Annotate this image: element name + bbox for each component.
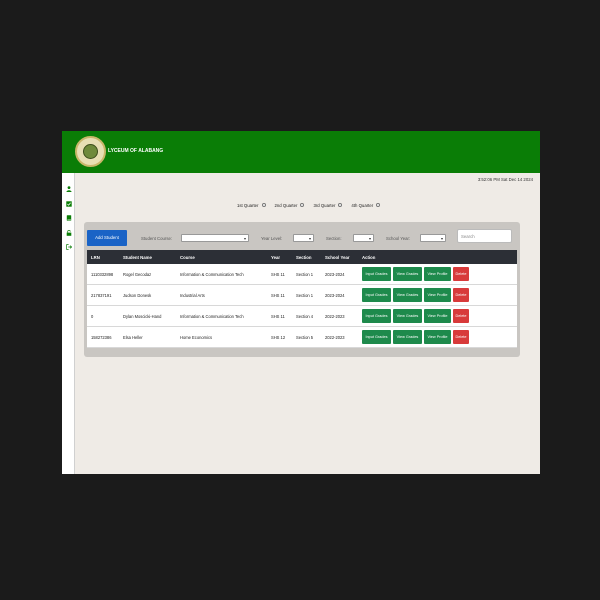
quarter-option-1[interactable]: 1st Quarter bbox=[237, 201, 266, 209]
section-select[interactable]: ▾ bbox=[353, 234, 374, 242]
quarter-selector: 1st Quarter 2nd Quarter 3rd Quarter 4th … bbox=[237, 201, 381, 209]
student-name-cell: Rogel Gecodaz bbox=[123, 272, 152, 277]
school-year-label: School Year: bbox=[386, 236, 411, 241]
school-logo bbox=[75, 136, 106, 167]
brand-title: LYCEUM OF ALABANG bbox=[108, 148, 164, 154]
section-cell: Section 1 bbox=[296, 272, 314, 277]
course-cell: Industrial Arts bbox=[180, 293, 205, 298]
table-row: 1110332898 Rogel Gecodaz Information & C… bbox=[87, 264, 517, 285]
table-row: 217837191 Judson Donesk Industrial Arts … bbox=[87, 285, 517, 306]
input-grades-button[interactable]: Input Grades bbox=[362, 288, 391, 302]
view-profile-button[interactable]: View Profile bbox=[424, 288, 451, 302]
school-year-cell: 2022-2023 bbox=[325, 314, 345, 319]
column-header: Course bbox=[180, 255, 195, 260]
section-label: Section: bbox=[326, 236, 342, 241]
delete-button[interactable]: Delete bbox=[453, 267, 469, 281]
column-header: Student Name bbox=[123, 255, 152, 260]
quarter-option-2[interactable]: 2nd Quarter bbox=[275, 201, 305, 209]
top-header: LYCEUM OF ALABANG bbox=[62, 131, 540, 173]
quarter-label: 1st Quarter bbox=[237, 202, 259, 208]
sidebar bbox=[62, 173, 75, 474]
column-header: Action bbox=[362, 255, 376, 260]
input-grades-button[interactable]: Input Grades bbox=[362, 330, 391, 344]
view-profile-button[interactable]: View Profile bbox=[424, 309, 451, 323]
table-row: 0 Dylan Moscicki-Hand Information & Comm… bbox=[87, 306, 517, 327]
year-level-select[interactable]: ▾ bbox=[293, 234, 314, 242]
view-grades-button[interactable]: View Grades bbox=[393, 330, 422, 344]
student-name-cell: Dylan Moscicki-Hand bbox=[123, 314, 162, 319]
chevron-down-icon: ▾ bbox=[368, 236, 371, 241]
course-cell: Information & Communication Tech bbox=[180, 272, 244, 277]
school-year-cell: 2023-2024 bbox=[325, 272, 345, 277]
student-name-cell: Elsa Heller bbox=[123, 335, 143, 340]
lrn-cell: 1110332898 bbox=[91, 272, 114, 277]
year-cell: SHS 11 bbox=[271, 272, 285, 277]
lock-icon[interactable] bbox=[66, 230, 72, 236]
lrn-cell: 217837191 bbox=[91, 293, 112, 298]
input-grades-button[interactable]: Input Grades bbox=[362, 267, 391, 281]
lrn-cell: 0 bbox=[91, 314, 94, 319]
section-cell: Section 4 bbox=[296, 314, 314, 319]
school-year-cell: 2022-2023 bbox=[325, 335, 345, 340]
school-year-cell: 2023-2024 bbox=[325, 293, 345, 298]
search-input[interactable]: Search bbox=[457, 229, 512, 243]
quarter-option-3[interactable]: 3rd Quarter bbox=[313, 201, 343, 209]
grades-icon[interactable] bbox=[66, 201, 72, 207]
year-level-label: Year Level: bbox=[261, 236, 283, 241]
section-cell: Section 5 bbox=[296, 335, 314, 340]
year-cell: SHS 12 bbox=[271, 335, 286, 340]
quarter-radio[interactable] bbox=[261, 203, 266, 207]
view-grades-button[interactable]: View Grades bbox=[393, 309, 422, 323]
course-cell: Information & Communication Tech bbox=[180, 314, 244, 319]
view-profile-button[interactable]: View Profile bbox=[424, 330, 451, 344]
student-name-cell: Judson Donesk bbox=[123, 293, 152, 298]
student-course-select[interactable]: ▾ bbox=[181, 234, 249, 242]
app-window: LYCEUM OF ALABANG 3:52:06 PM Sat Dec 14 … bbox=[62, 131, 540, 474]
chevron-down-icon: ▾ bbox=[440, 236, 443, 241]
course-cell: Home Economics bbox=[180, 335, 213, 340]
current-datetime: 3:52:06 PM Sat Dec 14 2024 bbox=[477, 177, 533, 182]
delete-button[interactable]: Delete bbox=[453, 330, 469, 344]
column-header: School Year bbox=[325, 255, 350, 260]
column-header: Year bbox=[271, 255, 281, 260]
column-header: Section bbox=[296, 255, 312, 260]
view-profile-button[interactable]: View Profile bbox=[424, 267, 451, 281]
year-cell: SHS 11 bbox=[271, 293, 285, 298]
student-course-label: Student Course: bbox=[141, 236, 173, 241]
quarter-label: 2nd Quarter bbox=[274, 202, 298, 208]
section-cell: Section 1 bbox=[296, 293, 314, 298]
add-student-button[interactable]: Add Student bbox=[87, 230, 127, 246]
logout-icon[interactable] bbox=[66, 244, 73, 250]
table-header: LRN Student Name Course Year Section Sch… bbox=[87, 250, 517, 264]
book-icon[interactable] bbox=[66, 215, 72, 221]
filter-bar: Add Student Student Course: ▾ Year Level… bbox=[87, 229, 517, 246]
quarter-label: 4th Quarter bbox=[351, 202, 374, 208]
delete-button[interactable]: Delete bbox=[453, 288, 469, 302]
input-grades-button[interactable]: Input Grades bbox=[362, 309, 391, 323]
quarter-radio[interactable] bbox=[300, 203, 305, 207]
year-cell: SHS 11 bbox=[271, 314, 285, 319]
quarter-radio[interactable] bbox=[338, 203, 343, 207]
chevron-down-icon: ▾ bbox=[243, 236, 246, 241]
quarter-label: 3rd Quarter bbox=[313, 202, 336, 208]
delete-button[interactable]: Delete bbox=[453, 309, 469, 323]
column-header: LRN bbox=[91, 255, 100, 260]
students-table: LRN Student Name Course Year Section Sch… bbox=[87, 250, 517, 348]
quarter-radio[interactable] bbox=[376, 203, 381, 207]
user-icon[interactable] bbox=[66, 186, 72, 192]
lrn-cell: 158272386 bbox=[91, 335, 112, 340]
view-grades-button[interactable]: View Grades bbox=[393, 267, 422, 281]
students-panel: Add Student Student Course: ▾ Year Level… bbox=[84, 222, 520, 357]
quarter-option-4[interactable]: 4th Quarter bbox=[351, 201, 381, 209]
school-year-select[interactable]: ▾ bbox=[420, 234, 446, 242]
table-row: 158272386 Elsa Heller Home Economics SHS… bbox=[87, 327, 517, 348]
chevron-down-icon: ▾ bbox=[308, 236, 311, 241]
view-grades-button[interactable]: View Grades bbox=[393, 288, 422, 302]
